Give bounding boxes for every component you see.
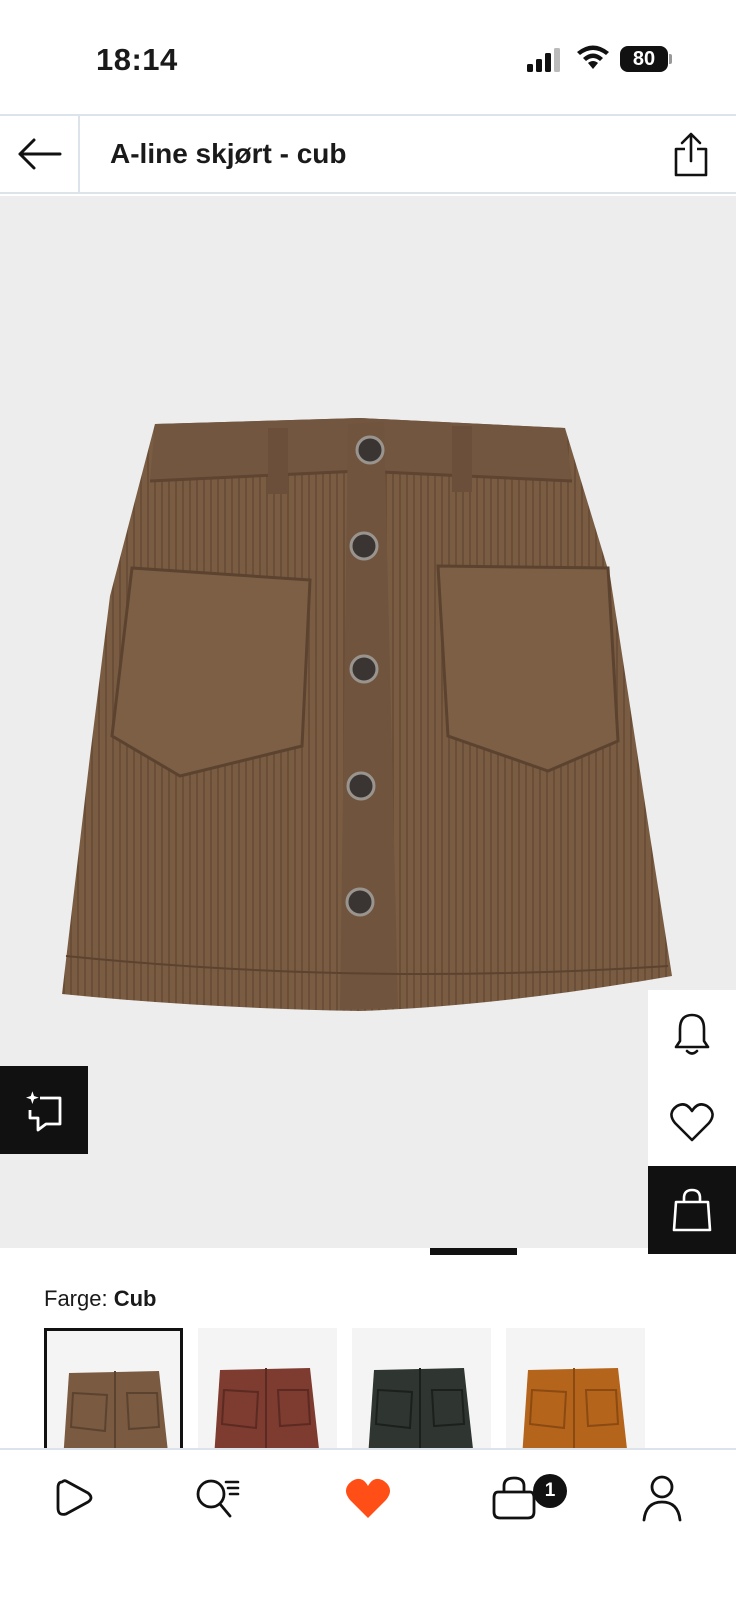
arrow-left-icon: [18, 138, 62, 170]
color-swatch-cub[interactable]: [44, 1328, 183, 1458]
cart-count-badge: 1: [533, 1474, 567, 1508]
swatch-skirt-image: [522, 1368, 628, 1458]
nav-profile[interactable]: [632, 1468, 692, 1528]
profile-icon: [642, 1475, 682, 1522]
share-button[interactable]: [666, 128, 716, 180]
heart-outline-icon: [670, 1103, 714, 1142]
swatch-skirt-image: [368, 1368, 474, 1458]
bell-icon: [674, 1013, 710, 1055]
battery-indicator: 80: [620, 46, 672, 72]
virtual-try-on-button[interactable]: [0, 1066, 88, 1154]
color-selector: Farge: Cub: [0, 1256, 736, 1458]
color-swatch-orange[interactable]: [506, 1328, 645, 1458]
color-value: Cub: [113, 1286, 157, 1311]
virtual-try-on-icon: [26, 1091, 62, 1132]
play-icon: [56, 1479, 93, 1516]
wishlist-button[interactable]: [648, 1078, 736, 1166]
share-icon: [674, 132, 708, 177]
battery-level: 80: [620, 46, 668, 72]
nav-wishlist[interactable]: [338, 1468, 398, 1528]
swatch-skirt-image: [214, 1368, 320, 1458]
color-label-prefix: Farge:: [44, 1286, 114, 1311]
page-title: A-line skjørt - cub: [110, 138, 347, 169]
cellular-signal-icon: [527, 48, 560, 72]
battery-cap: [669, 54, 672, 64]
back-button[interactable]: [0, 116, 80, 192]
heart-filled-icon: [345, 1478, 391, 1518]
shopping-bag-icon: [672, 1188, 712, 1232]
carousel-indicator-track: [517, 1248, 605, 1255]
color-label: Farge: Cub: [44, 1286, 156, 1312]
product-header: A-line skjørt - cub: [0, 114, 736, 194]
search-icon: [196, 1479, 240, 1518]
color-swatches: [44, 1328, 645, 1458]
skirt-illustration: [62, 418, 672, 1011]
swatch-skirt-image: [63, 1371, 169, 1455]
product-image[interactable]: [0, 196, 736, 1248]
bag-icon: [492, 1476, 536, 1520]
add-to-bag-button[interactable]: [648, 1166, 736, 1254]
nav-search[interactable]: [188, 1468, 248, 1528]
color-swatch-rust[interactable]: [198, 1328, 337, 1458]
bottom-navigation: 1: [0, 1448, 736, 1600]
nav-home[interactable]: [44, 1468, 104, 1528]
wifi-icon: [577, 45, 609, 69]
color-swatch-dark-green[interactable]: [352, 1328, 491, 1458]
status-time: 18:14: [96, 42, 178, 77]
notify-button[interactable]: [648, 990, 736, 1078]
side-actions: [648, 990, 736, 1254]
carousel-indicator-active: [430, 1248, 517, 1255]
status-bar: 18:14 80: [0, 0, 736, 114]
